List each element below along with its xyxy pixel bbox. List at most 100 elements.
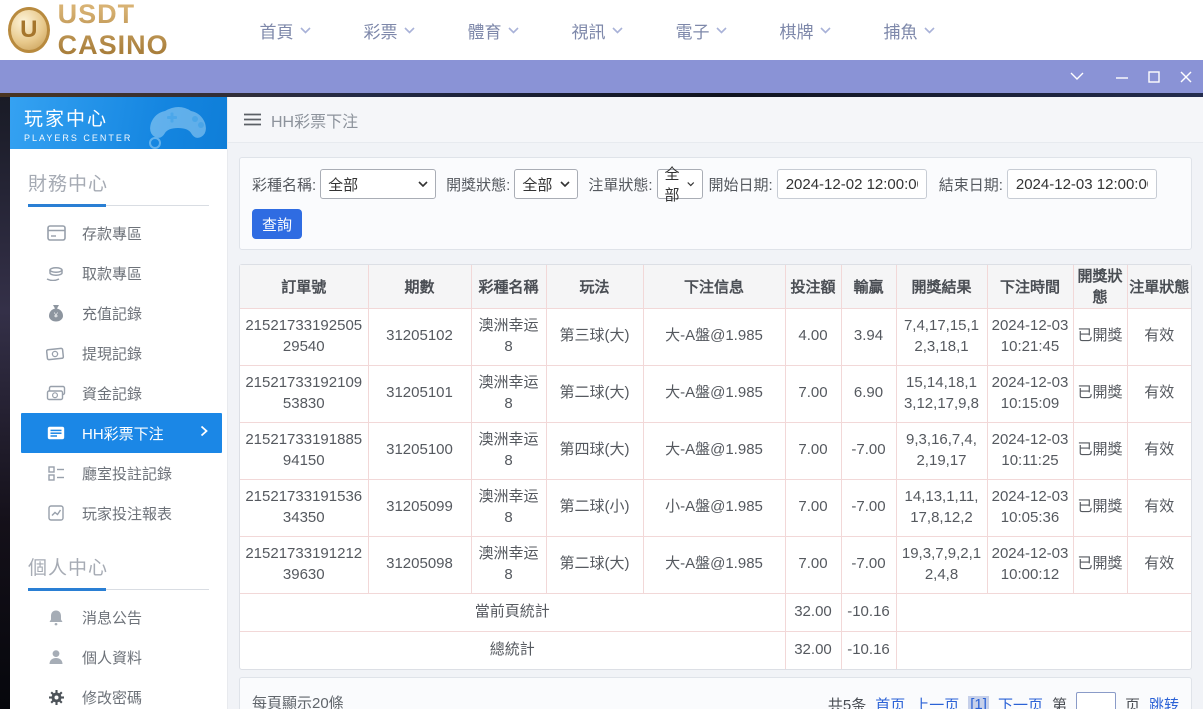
table-cell: 已開獎 <box>1072 479 1127 537</box>
window-dropdown-icon[interactable] <box>1070 70 1084 84</box>
window-maximize-icon[interactable] <box>1147 70 1161 84</box>
col-lottery-name: 彩種名稱 <box>470 265 546 309</box>
deposit-card-icon <box>46 223 66 243</box>
bell-icon <box>46 607 66 627</box>
chevron-down-icon <box>687 182 695 187</box>
table-cell: 2152173319121239630 <box>240 536 368 594</box>
table-cell: 有效 <box>1126 308 1191 366</box>
table-cell: 已開獎 <box>1072 422 1127 480</box>
next-page-link[interactable]: 下一页 <box>998 694 1043 709</box>
order-status-label: 注單狀態: <box>588 176 653 194</box>
table-cell: 澳洲幸运8 <box>470 365 546 423</box>
chevron-down-icon <box>418 181 428 187</box>
background-image-edge <box>0 97 10 709</box>
sidebar-item-label: 廳室投註記錄 <box>82 465 173 483</box>
prev-page-link[interactable]: 上一页 <box>914 694 959 709</box>
sidebar-item-label: 存款專區 <box>82 225 143 243</box>
sidebar-item-announcements[interactable]: 消息公告 <box>10 597 227 637</box>
draw-status-select[interactable]: 全部 <box>514 169 579 199</box>
summary-bet-amount: 32.00 <box>784 631 841 669</box>
jump-button[interactable]: 跳转 <box>1149 694 1179 709</box>
sidebar-item-label: 提現記錄 <box>82 345 143 363</box>
sidebar-item-profile[interactable]: 個人資料 <box>10 637 227 677</box>
sidebar-item-player-bet-report[interactable]: 玩家投注報表 <box>10 493 227 533</box>
section-divider <box>28 588 209 591</box>
bets-table-card: 訂單號 期數 彩種名稱 玩法 下注信息 投注額 輸贏 開獎結果 下注時間 開獎狀… <box>239 264 1192 670</box>
sidebar-item-room-bet-records[interactable]: 廳室投註記錄 <box>10 453 227 493</box>
current-page-indicator: [1] <box>968 695 989 709</box>
table-cell: 6.90 <box>840 365 896 423</box>
sidebar-item-deposit-area[interactable]: 存款專區 <box>10 213 227 253</box>
nav-item-slots[interactable]: 電子 <box>649 18 753 43</box>
pagination-bar: 每頁顯示20條 共5条 首页 上一页 [1] 下一页 第 页 跳转 <box>239 677 1192 709</box>
end-date-input[interactable] <box>1006 169 1157 199</box>
window-title-bar <box>0 60 1203 93</box>
table-cell: 澳洲幸运8 <box>470 422 546 480</box>
sidebar-item-label: 資金記錄 <box>82 385 143 403</box>
window-minimize-icon[interactable] <box>1115 70 1129 84</box>
table-cell: 19,3,7,9,2,12,4,8 <box>895 536 987 594</box>
lottery-name-label: 彩種名稱: <box>252 176 317 194</box>
col-bet-amount: 投注額 <box>784 265 841 309</box>
table-cell: 2152173319210953830 <box>240 365 368 423</box>
table-cell: 31205098 <box>367 536 471 594</box>
table-cell: -7.00 <box>840 479 896 537</box>
sidebar-item-withdrawal-records[interactable]: 提現記錄 <box>10 333 227 373</box>
table-row: 2152173319153634350 31205099 澳洲幸运8 第二球(小) 小-… <box>240 479 1191 537</box>
nav-item-video[interactable]: 視訊 <box>545 18 649 43</box>
col-order-id: 訂單號 <box>240 265 368 309</box>
gamepad-icon <box>149 107 206 149</box>
table-header-row: 訂單號 期數 彩種名稱 玩法 下注信息 投注額 輸贏 開獎結果 下注時間 開獎狀… <box>240 265 1191 309</box>
first-page-link[interactable]: 首页 <box>875 694 905 709</box>
nav-item-cards[interactable]: 棋牌 <box>753 18 857 43</box>
col-draw-result: 開獎結果 <box>895 265 987 309</box>
report-chart-icon <box>46 503 66 523</box>
hamburger-menu-icon[interactable] <box>244 113 261 126</box>
col-draw-status: 開獎狀態 <box>1072 265 1127 309</box>
logo-icon: U <box>8 7 50 53</box>
nav-item-home[interactable]: 首頁 <box>233 18 337 43</box>
banknote-icon <box>46 343 66 363</box>
jump-prefix-text: 第 <box>1051 696 1067 709</box>
table-cell: 31205100 <box>367 422 471 480</box>
summary-empty <box>895 631 1191 669</box>
table-cell: 第二球(大) <box>545 365 643 423</box>
table-cell: 第三球(大) <box>545 308 643 366</box>
col-play-type: 玩法 <box>545 265 643 309</box>
table-cell: 大-A盤@1.985 <box>642 308 785 366</box>
logo[interactable]: U USDT CASINO <box>8 0 233 61</box>
summary-empty <box>895 593 1191 632</box>
summary-win-loss: -10.16 <box>840 631 896 669</box>
sidebar-item-label: 消息公告 <box>82 609 143 627</box>
sidebar-item-hh-lottery-bets[interactable]: HH彩票下注 <box>21 413 222 453</box>
sidebar-item-recharge-records[interactable]: ¥ 充值記錄 <box>10 293 227 333</box>
table-cell: -7.00 <box>840 536 896 594</box>
table-cell: 第二球(小) <box>545 479 643 537</box>
sidebar-item-withdraw-area[interactable]: 取款專區 <box>10 253 227 293</box>
sidebar-item-change-password[interactable]: 修改密碼 <box>10 677 227 709</box>
lottery-name-select[interactable]: 全部 <box>320 169 437 199</box>
table-cell: 7,4,17,15,12,3,18,1 <box>895 308 987 366</box>
nav-item-label: 視訊 <box>571 22 606 42</box>
table-cell: 澳洲幸运8 <box>470 308 546 366</box>
nav-item-fishing[interactable]: 捕魚 <box>857 18 961 43</box>
money-bag-icon: ¥ <box>46 303 66 323</box>
table-row: 2152173319210953830 31205101 澳洲幸运8 第二球(大) 大-… <box>240 365 1191 423</box>
nav-item-lottery[interactable]: 彩票 <box>337 18 441 43</box>
table-cell: 有效 <box>1126 479 1191 537</box>
sidebar-item-label: HH彩票下注 <box>82 425 164 443</box>
order-status-select[interactable]: 全部 <box>656 166 703 204</box>
query-button[interactable]: 查詢 <box>252 209 302 239</box>
bet-list-icon <box>46 423 66 443</box>
table-cell: 2024-12-03 10:21:45 <box>986 308 1073 366</box>
table-cell: 2024-12-03 10:11:25 <box>986 422 1073 480</box>
window-close-icon[interactable] <box>1179 70 1193 84</box>
jump-page-input[interactable] <box>1075 692 1116 709</box>
table-cell: 2152173319250529540 <box>240 308 368 366</box>
page-title: HH彩票下注 <box>271 113 359 131</box>
nav-item-sports[interactable]: 體育 <box>441 18 545 43</box>
nav-item-label: 棋牌 <box>779 22 814 42</box>
start-date-input[interactable] <box>776 169 927 199</box>
sidebar-item-fund-records[interactable]: 資金記錄 <box>10 373 227 413</box>
pager: 共5条 首页 上一页 [1] 下一页 第 页 跳转 <box>819 692 1179 709</box>
